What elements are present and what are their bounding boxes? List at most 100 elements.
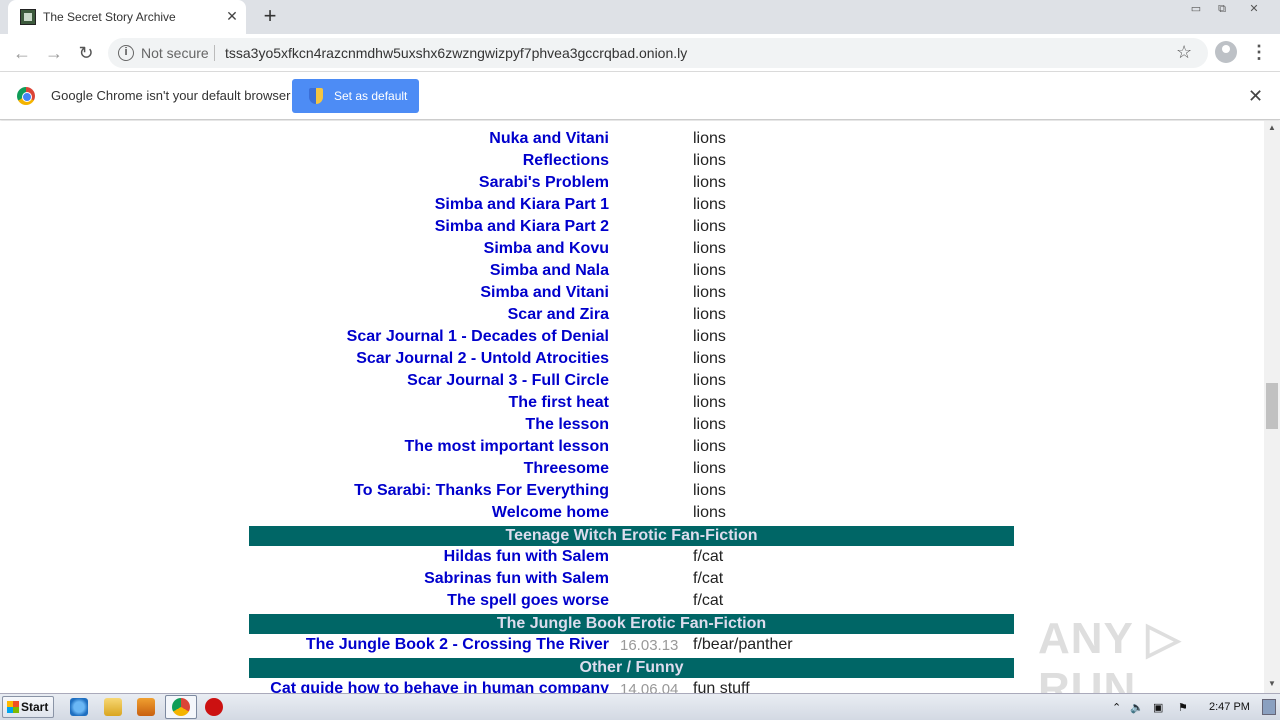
story-row: Threesome lions: [249, 459, 1014, 481]
info-icon[interactable]: i: [118, 45, 134, 61]
section-header: The Jungle Book Erotic Fan-Fiction: [249, 614, 1014, 634]
site-favicon-icon: [20, 9, 36, 25]
scroll-up-arrow-icon[interactable]: ▲: [1264, 121, 1280, 135]
story-title-link[interactable]: Simba and Vitani: [480, 284, 609, 302]
story-category: lions: [693, 240, 726, 257]
back-button[interactable]: ←: [10, 41, 34, 65]
story-title-link[interactable]: The first heat: [509, 394, 609, 412]
menu-kebab-icon[interactable]: ⋮: [1250, 39, 1268, 65]
story-row: To Sarabi: Thanks For Everything lions: [249, 481, 1014, 503]
opera-icon[interactable]: [205, 698, 223, 716]
page-scrollbar[interactable]: ▲ ▼: [1264, 121, 1280, 693]
story-category: lions: [693, 328, 726, 345]
story-title-link[interactable]: Hildas fun with Salem: [444, 548, 609, 566]
story-title-link[interactable]: Cat guide how to behave in human company: [270, 680, 609, 693]
forward-button[interactable]: →: [42, 41, 66, 65]
uac-shield-icon: [309, 88, 323, 104]
browser-toolbar: ← → ↻ i Not secure tssa3yo5xfkcn4razcnmd…: [0, 34, 1280, 72]
story-title-link[interactable]: Scar Journal 2 - Untold Atrocities: [356, 350, 609, 368]
story-category: lions: [693, 350, 726, 367]
tab-close-icon[interactable]: ✕: [224, 8, 240, 24]
story-title-link[interactable]: Scar Journal 3 - Full Circle: [407, 372, 609, 390]
tab-title: The Secret Story Archive: [43, 10, 176, 24]
story-row: The spell goes worse f/cat: [249, 591, 1014, 613]
story-category: lions: [693, 416, 726, 433]
section-header: Other / Funny: [249, 658, 1014, 678]
story-date: 14.06.04: [620, 681, 679, 693]
default-browser-infobar: Google Chrome isn't your default browser…: [0, 72, 1280, 120]
story-title-link[interactable]: Scar Journal 1 - Decades of Denial: [347, 328, 609, 346]
story-title-link[interactable]: The most important lesson: [405, 438, 609, 456]
story-row: Scar Journal 3 - Full Circle lions: [249, 371, 1014, 393]
story-title-link[interactable]: Scar and Zira: [508, 306, 609, 324]
internet-explorer-icon[interactable]: [70, 698, 88, 716]
story-category: lions: [693, 196, 726, 213]
story-category: lions: [693, 460, 726, 477]
story-title-link[interactable]: Nuka and Vitani: [489, 130, 609, 148]
bookmark-star-icon[interactable]: ☆: [1176, 42, 1192, 63]
story-title-link[interactable]: Welcome home: [492, 504, 609, 522]
story-row: Nuka and Vitani lions: [249, 129, 1014, 151]
address-bar[interactable]: i Not secure tssa3yo5xfkcn4razcnmdhw5uxs…: [108, 38, 1208, 68]
story-title-link[interactable]: Nala and Kovu: [498, 121, 609, 126]
story-row: Simba and Vitani lions: [249, 283, 1014, 305]
restore-button[interactable]: ⧉: [1208, 0, 1236, 18]
file-explorer-icon[interactable]: [104, 698, 122, 716]
minimize-button[interactable]: ▭: [1182, 0, 1210, 18]
story-category: lions: [693, 394, 726, 411]
story-row: Sarabi's Problem lions: [249, 173, 1014, 195]
story-category: lions: [693, 218, 726, 235]
chrome-logo-icon: [17, 87, 35, 105]
network-icon[interactable]: ▣: [1153, 701, 1163, 714]
story-title-link[interactable]: Reflections: [523, 152, 609, 170]
security-status[interactable]: Not secure: [141, 45, 209, 61]
tray-expand-icon[interactable]: ⌃: [1112, 701, 1121, 714]
start-label: Start: [21, 700, 49, 714]
volume-icon[interactable]: 🔈: [1130, 701, 1144, 714]
story-title-link[interactable]: Threesome: [524, 460, 609, 478]
account-avatar-icon[interactable]: [1215, 41, 1237, 63]
story-row: Simba and Kiara Part 2 lions: [249, 217, 1014, 239]
story-category: lions: [693, 482, 726, 499]
story-date: 16.03.13: [620, 637, 679, 654]
new-tab-button[interactable]: +: [258, 5, 282, 29]
taskbar-chrome-button[interactable]: [165, 695, 197, 719]
story-row: The first heat lions: [249, 393, 1014, 415]
story-row: Scar Journal 2 - Untold Atrocities lions: [249, 349, 1014, 371]
story-title-link[interactable]: Simba and Kiara Part 2: [435, 218, 609, 236]
media-player-icon[interactable]: [137, 698, 155, 716]
story-title-link[interactable]: Sabrinas fun with Salem: [424, 570, 609, 588]
show-desktop-button[interactable]: [1262, 699, 1276, 715]
story-category: lions: [693, 306, 726, 323]
story-category: lions: [693, 121, 726, 126]
start-button[interactable]: Start: [2, 696, 54, 718]
scroll-thumb[interactable]: [1266, 383, 1278, 429]
clock[interactable]: 2:47 PM: [1209, 701, 1250, 713]
infobar-message: Google Chrome isn't your default browser: [51, 88, 291, 103]
url-text[interactable]: tssa3yo5xfkcn4razcnmdhw5uxshx6zwzngwizpy…: [225, 45, 687, 61]
story-category: f/cat: [693, 548, 724, 565]
story-title-link[interactable]: To Sarabi: Thanks For Everything: [354, 482, 609, 500]
story-category: lions: [693, 284, 726, 301]
story-title-link[interactable]: The spell goes worse: [447, 592, 609, 610]
reload-button[interactable]: ↻: [74, 41, 98, 65]
close-window-button[interactable]: ✕: [1240, 0, 1268, 18]
story-title-link[interactable]: Sarabi's Problem: [479, 174, 609, 192]
story-title-link[interactable]: The lesson: [525, 416, 609, 434]
action-center-flag-icon[interactable]: ⚑: [1178, 701, 1188, 714]
story-title-link[interactable]: Simba and Kiara Part 1: [435, 196, 609, 214]
story-row: Hildas fun with Salem f/cat: [249, 547, 1014, 569]
story-category: lions: [693, 152, 726, 169]
section-header: Teenage Witch Erotic Fan-Fiction: [249, 526, 1014, 546]
chrome-taskbar-icon: [172, 698, 190, 716]
set-as-default-label: Set as default: [334, 89, 408, 103]
browser-tab[interactable]: The Secret Story Archive ✕: [8, 0, 246, 34]
story-title-link[interactable]: The Jungle Book 2 - Crossing The River: [306, 636, 609, 654]
story-title-link[interactable]: Simba and Nala: [490, 262, 609, 280]
story-row: Simba and Kovu lions: [249, 239, 1014, 261]
infobar-close-icon[interactable]: ✕: [1248, 86, 1263, 107]
set-as-default-button[interactable]: Set as default: [292, 79, 419, 113]
page-content: Nala and KovulionsNuka and VitanilionsRe…: [0, 121, 1264, 693]
story-category: f/cat: [693, 570, 724, 587]
story-title-link[interactable]: Simba and Kovu: [484, 240, 609, 258]
